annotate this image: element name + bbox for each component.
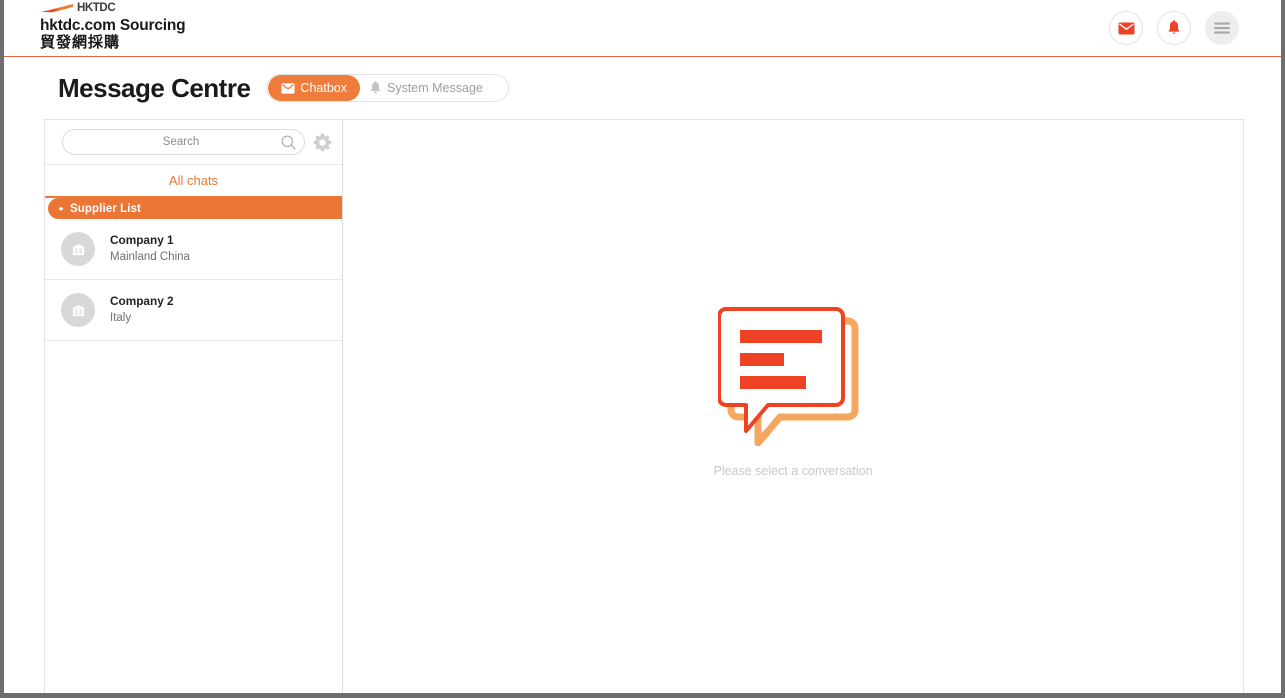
notification-bell-button[interactable] (1157, 11, 1191, 45)
message-type-toggle: Chatbox System Message (266, 74, 509, 102)
content-area: Search All chats Supplier List Company 1… (4, 119, 1281, 693)
message-centre-panels: Search All chats Supplier List Company 1… (44, 119, 1244, 693)
list-item-text: Company 2 Italy (110, 294, 174, 325)
mail-icon (1118, 22, 1134, 34)
search-row: Search (45, 120, 342, 165)
hktdc-logo-text: HKTDC (77, 1, 116, 14)
filter-tab-all-chats-label: All chats (168, 173, 219, 188)
company-name: Company 2 (110, 294, 174, 309)
filter-tab-all-chats[interactable]: All chats (45, 165, 342, 198)
tab-system-message[interactable]: System Message (361, 75, 496, 101)
list-item[interactable]: Company 1 Mainland China (45, 219, 342, 280)
speech-bubble-illustration (718, 307, 859, 446)
group-header-label: Supplier List (70, 202, 141, 215)
hamburger-menu-icon (1214, 22, 1230, 34)
company-location: Italy (110, 312, 132, 325)
magnifier-icon[interactable] (281, 135, 296, 150)
brand-logo[interactable]: HKTDC hktdc.com Sourcing 貿發網採購 (40, 2, 186, 51)
empty-state-caption: Please select a conversation (713, 464, 873, 478)
company-name: Company 1 (110, 233, 174, 248)
brand-name-zh: 貿發網採購 (40, 33, 121, 51)
tab-system-message-label: System Message (386, 81, 483, 95)
empty-state: Please select a conversation (713, 306, 873, 478)
group-header-supplier-list[interactable]: Supplier List (48, 198, 342, 219)
global-header: HKTDC hktdc.com Sourcing 貿發網採購 (4, 0, 1281, 57)
bell-icon (370, 81, 381, 94)
tab-chatbox-label: Chatbox (300, 81, 347, 95)
company-location: Mainland China (110, 251, 190, 264)
tab-chatbox[interactable]: Chatbox (268, 75, 360, 101)
company-building-icon (72, 243, 84, 255)
avatar (61, 232, 95, 266)
list-item-text: Company 1 Mainland China (110, 233, 190, 264)
hktdc-swoosh-icon (41, 4, 73, 13)
mail-icon-button[interactable] (1109, 11, 1143, 45)
avatar (61, 293, 95, 327)
chat-list-sidebar: Search All chats Supplier List Company 1… (45, 120, 343, 693)
chat-list-empty-space (45, 341, 342, 693)
app-window: HKTDC hktdc.com Sourcing 貿發網採購 Message C… (0, 0, 1285, 698)
conversation-panel: Please select a conversation (343, 120, 1243, 693)
envelope-icon (281, 82, 296, 94)
notification-bell-icon (1168, 19, 1180, 34)
header-actions (1109, 11, 1239, 45)
company-building-icon (72, 304, 84, 316)
list-item[interactable]: Company 2 Italy (45, 280, 342, 341)
page-header: Message Centre Chatbox System Message (4, 57, 1281, 119)
search-placeholder: Search (162, 136, 200, 148)
search-input[interactable]: Search (62, 129, 305, 155)
page-title: Message Centre (58, 72, 251, 103)
gear-icon[interactable] (313, 133, 332, 152)
hamburger-menu-button[interactable] (1205, 11, 1239, 45)
hktdc-logo: HKTDC (40, 2, 185, 15)
brand-name-en: hktdc.com Sourcing (40, 17, 186, 34)
